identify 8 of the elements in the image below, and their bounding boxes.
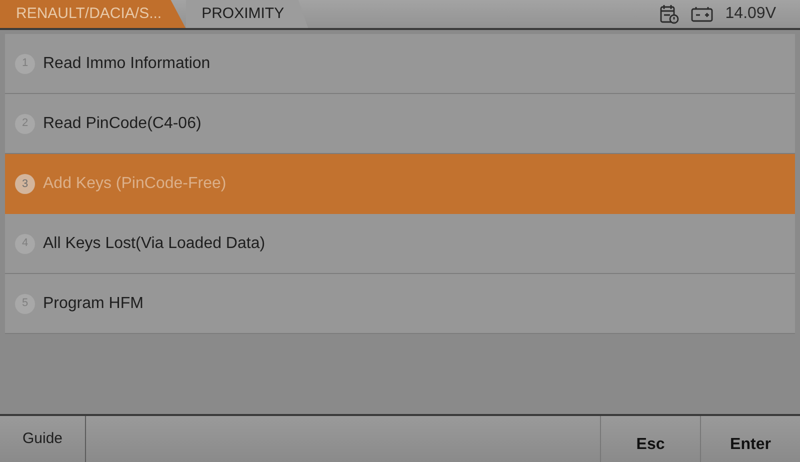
breadcrumb-tab[interactable]: PROXIMITY xyxy=(186,0,308,28)
battery-icon xyxy=(691,6,714,22)
footer-button[interactable]: Esc xyxy=(600,416,700,462)
footer-button[interactable]: Enter xyxy=(700,416,800,462)
number-badge: 3 xyxy=(15,174,35,194)
footer-button[interactable]: Guide xyxy=(0,416,86,462)
calendar-alert-icon xyxy=(659,4,680,24)
voltage-reading: 14.09V xyxy=(725,4,776,24)
